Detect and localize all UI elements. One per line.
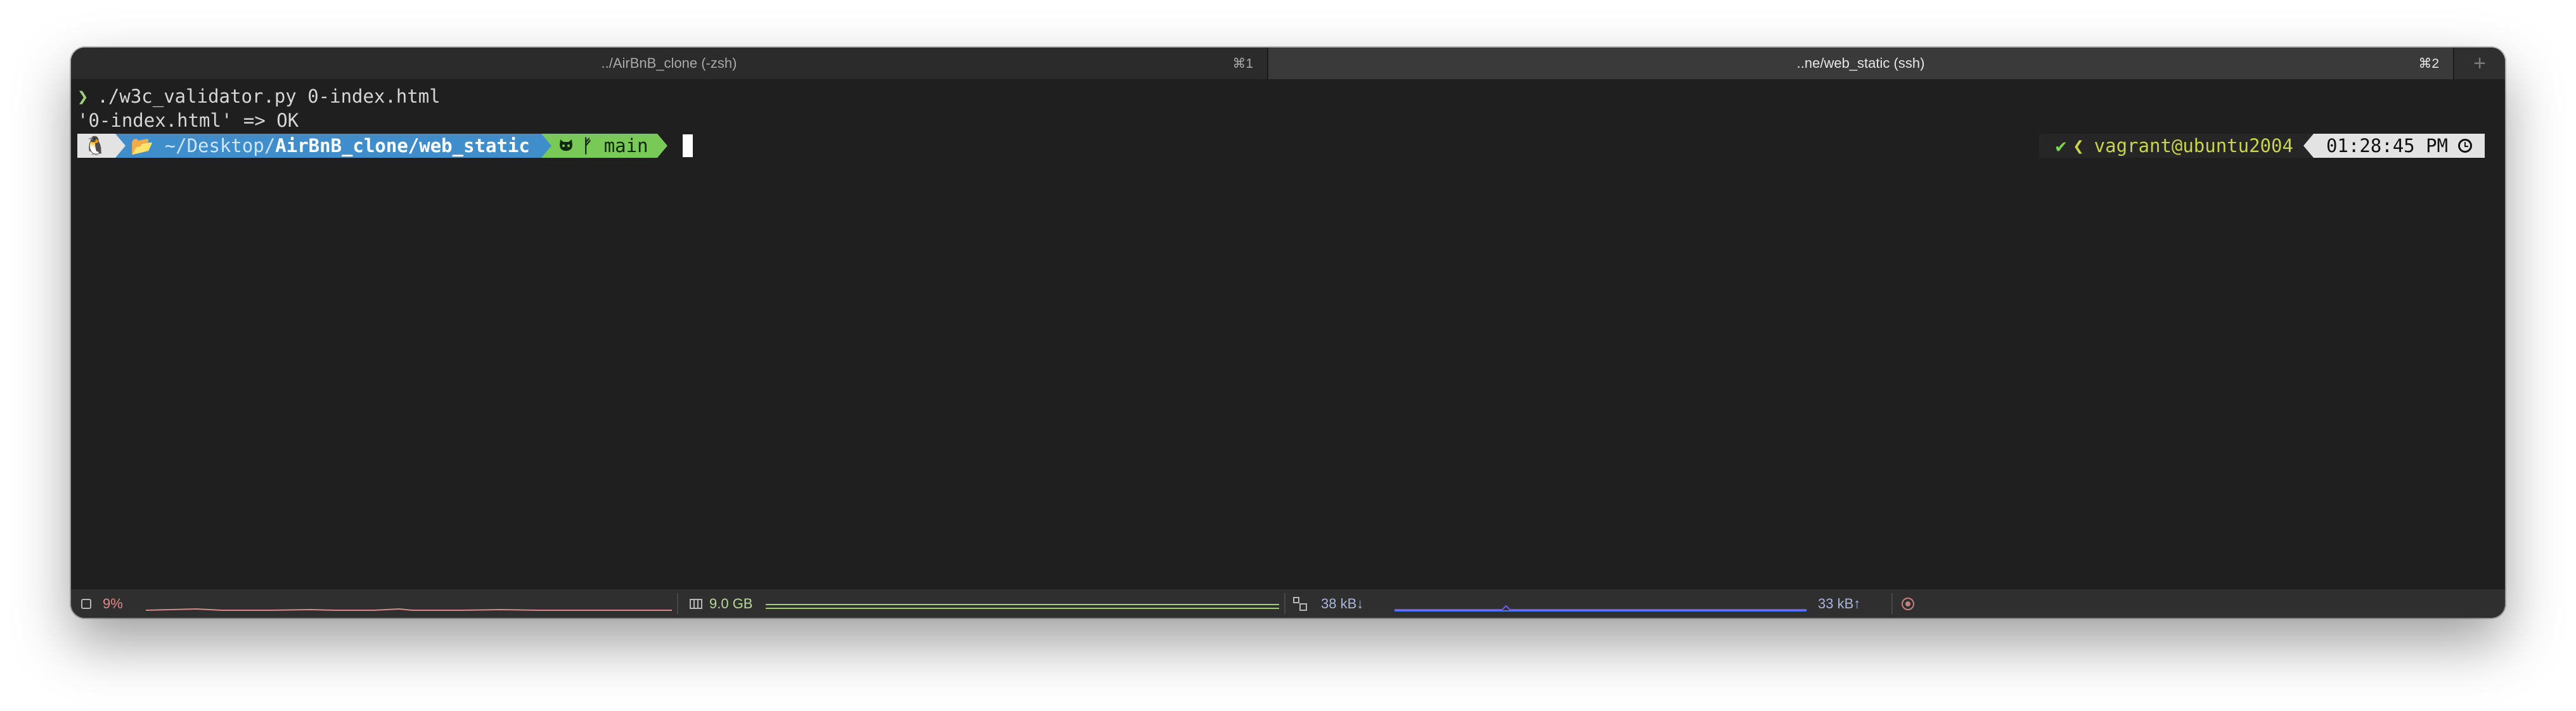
- powerline-prompt: 🐧 📂 ~/Desktop/AirBnB_clone/web_static ᚠ …: [77, 134, 693, 158]
- vcs-segment: ᚠ main: [551, 134, 657, 158]
- branch-icon: ᚠ: [581, 135, 593, 157]
- segment-separator: [657, 134, 667, 158]
- linux-icon: 🐧: [84, 135, 107, 157]
- segment-separator: [541, 134, 551, 158]
- segment-separator: [115, 134, 126, 158]
- status-bar: 9% 9.0 GB 38 kB↓ 33 kB↑: [71, 589, 2505, 618]
- check-icon: ✔: [2055, 135, 2067, 157]
- tab-label: ..ne/web_static (ssh): [1796, 55, 1925, 71]
- command-output: '0-index.html' => OK: [77, 110, 299, 131]
- status-divider: [677, 593, 678, 614]
- clock-icon: [2458, 139, 2472, 153]
- memory-usage: 9.0 GB: [709, 595, 753, 612]
- tab-label: ../AirBnB_clone (-zsh): [601, 55, 737, 71]
- tab-bar: ../AirBnB_clone (-zsh) ⌘1 ..ne/web_stati…: [71, 48, 2505, 79]
- network-icon: [1293, 589, 1307, 618]
- memory-graph: [766, 604, 1279, 609]
- tab-shortcut: ⌘1: [1232, 56, 1254, 71]
- prompt-symbol: ❯: [77, 86, 89, 107]
- command-text: ./w3c_validator.py 0-index.html: [97, 86, 441, 107]
- command-line: ❯ ./w3c_validator.py 0-index.html: [77, 84, 441, 108]
- github-icon: [559, 139, 572, 151]
- record-icon[interactable]: [1902, 589, 1914, 618]
- clock-time: 01:28:45 PM: [2326, 135, 2448, 157]
- status-divider: [1284, 593, 1285, 614]
- new-tab-button[interactable]: +: [2453, 48, 2505, 79]
- segment-separator: [2303, 134, 2314, 158]
- network-download: 38 kB↓: [1321, 595, 1364, 612]
- tab-airbnb-clone[interactable]: ../AirBnB_clone (-zsh) ⌘1: [71, 48, 1269, 79]
- dir-current: AirBnB_clone/web_static: [275, 135, 530, 157]
- status-segment: ✔ ❮ vagrant@ubuntu2004: [2038, 134, 2303, 158]
- cpu-usage: 9%: [103, 595, 123, 612]
- chevron-left-icon: ❮: [2073, 135, 2084, 157]
- cpu-graph: [146, 608, 672, 611]
- user-host: vagrant@ubuntu2004: [2094, 135, 2293, 157]
- right-prompt: ✔ ❮ vagrant@ubuntu2004 01:28:45 PM: [2038, 134, 2485, 158]
- network-graph: [1394, 605, 1806, 612]
- os-segment: 🐧: [77, 134, 116, 158]
- time-segment: 01:28:45 PM: [2313, 134, 2485, 158]
- terminal-window: ../AirBnB_clone (-zsh) ⌘1 ..ne/web_stati…: [71, 48, 2505, 618]
- dir-prefix: ~/Desktop/: [153, 135, 276, 157]
- branch-name: main: [593, 135, 648, 157]
- memory-icon: [690, 589, 702, 618]
- cpu-icon: [81, 589, 91, 618]
- network-upload: 33 kB↑: [1818, 595, 1861, 612]
- directory-segment: 📂 ~/Desktop/AirBnB_clone/web_static: [126, 134, 541, 158]
- terminal-output[interactable]: ❯ ./w3c_validator.py 0-index.html '0-inde…: [71, 79, 2505, 589]
- tab-web-static[interactable]: ..ne/web_static (ssh) ⌘2: [1268, 48, 2454, 79]
- status-divider: [1891, 593, 1893, 614]
- tab-shortcut: ⌘2: [2418, 56, 2440, 71]
- text-cursor: [682, 134, 693, 157]
- folder-icon: 📂: [131, 135, 154, 157]
